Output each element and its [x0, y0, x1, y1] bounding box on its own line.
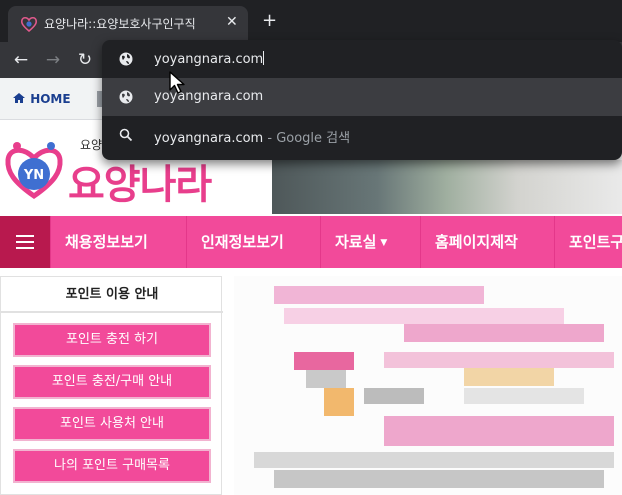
- tab-close-icon[interactable]: ✕: [226, 14, 238, 30]
- home-icon: [13, 93, 25, 103]
- site-favicon-icon: [20, 16, 38, 33]
- points-sidebar: 포인트 이용 안내 포인트 충전 하기 포인트 충전/구매 안내 포인트 사용처…: [0, 276, 223, 495]
- purchase-guide-button[interactable]: 포인트 충전/구매 안내: [13, 365, 211, 399]
- omnibox-dropdown: yoyangnara.com yoyangnara.com yoyangnara…: [102, 40, 622, 160]
- bookmark-home[interactable]: HOME: [12, 92, 71, 106]
- new-tab-button[interactable]: +: [262, 12, 277, 30]
- home-label: HOME: [30, 92, 71, 106]
- charge-points-button[interactable]: 포인트 충전 하기: [13, 323, 211, 357]
- omnibox-input[interactable]: yoyangnara.com: [154, 51, 265, 67]
- tab-title: 요양나라::요양보호사구인구직: [44, 17, 196, 31]
- site-logo-icon[interactable]: YN: [4, 138, 64, 202]
- globe-icon: [119, 52, 133, 66]
- usage-guide-button[interactable]: 포인트 사용처 안내: [13, 407, 211, 441]
- chevron-down-icon: ▼: [380, 238, 388, 248]
- text-caret: [263, 51, 265, 65]
- nav-item-points[interactable]: 포인트구: [554, 216, 622, 268]
- search-icon: [119, 128, 133, 142]
- mouse-cursor-icon: [169, 71, 185, 94]
- logo-small-text: 요양: [80, 138, 103, 152]
- header-banner-image[interactable]: [272, 160, 622, 214]
- search-suggestion-text: yoyangnara.com - Google 검색: [154, 131, 351, 146]
- browser-tab-strip: 요양나라::요양보호사구인구직 ✕ +: [0, 0, 622, 42]
- logo-text[interactable]: 요양나라: [68, 152, 212, 210]
- nav-item-talent[interactable]: 인재정보보기: [186, 216, 320, 268]
- back-button[interactable]: ←: [11, 50, 31, 70]
- logo-badge-text: YN: [23, 168, 44, 183]
- nav-item-resources[interactable]: 자료실 ▼: [320, 216, 420, 268]
- nav-item-homepage[interactable]: 홈페이지제작: [420, 216, 554, 268]
- omnibox-suggestion-search[interactable]: yoyangnara.com - Google 검색: [102, 116, 622, 154]
- sidebar-title: 포인트 이용 안내: [1, 277, 223, 313]
- main-navigation: 채용정보보기 인재정보보기 자료실 ▼ 홈페이지제작 포인트구: [0, 216, 622, 268]
- browser-tab[interactable]: 요양나라::요양보호사구인구직 ✕: [8, 6, 248, 42]
- menu-icon: [16, 235, 34, 249]
- globe-icon: [119, 90, 133, 104]
- content-area-obscured: [234, 276, 622, 495]
- hamburger-menu-button[interactable]: [0, 216, 50, 268]
- purchase-history-button[interactable]: 나의 포인트 구매목록: [13, 449, 211, 483]
- reload-button[interactable]: ↻: [75, 50, 95, 70]
- nav-item-jobs[interactable]: 채용정보보기: [50, 216, 186, 268]
- forward-button[interactable]: →: [43, 50, 63, 70]
